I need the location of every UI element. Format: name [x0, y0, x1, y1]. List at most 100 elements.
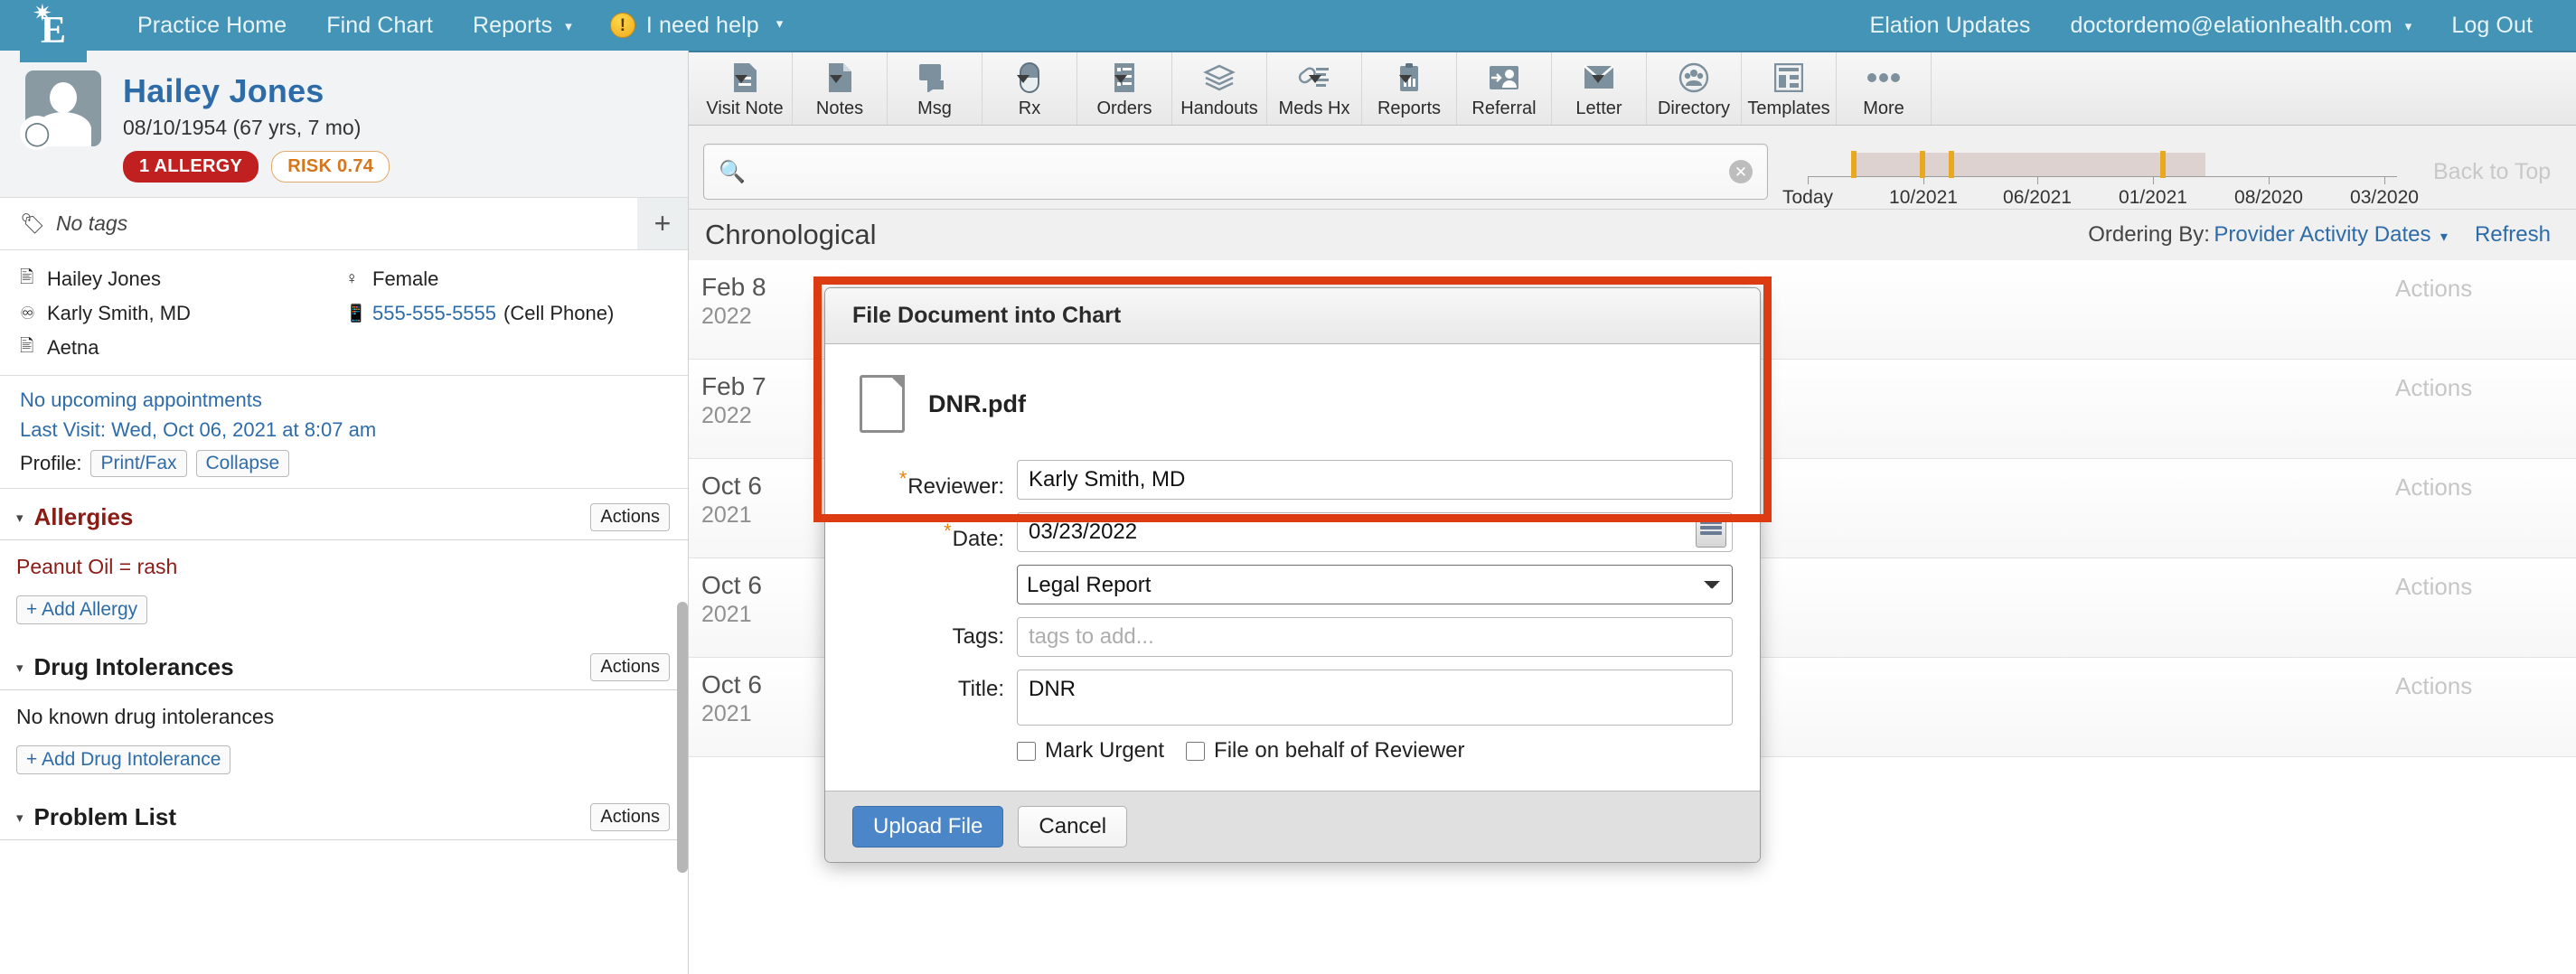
timeline-event-marker[interactable] [1851, 151, 1857, 178]
chevron-down-icon[interactable]: ▾ [16, 510, 24, 526]
modal-header: File Document into Chart [825, 288, 1760, 344]
allergy-badge[interactable]: 1 ALLERGY [123, 151, 259, 183]
nav-reports[interactable]: Reports ▾ [453, 13, 592, 39]
toolbar-templates[interactable]: Templates [1742, 52, 1837, 125]
toolbar-notes[interactable]: Notes [793, 52, 888, 125]
row-actions-link[interactable]: Actions [2395, 459, 2576, 557]
chevron-down-icon[interactable] [1399, 74, 1412, 83]
detail-legal-name: 🖹 Hailey Jones [20, 265, 345, 294]
search-input[interactable] [745, 159, 1729, 184]
chevron-down-icon[interactable] [1309, 74, 1321, 83]
chevron-down-icon[interactable] [735, 74, 747, 83]
timeline-event-marker[interactable] [1920, 151, 1925, 178]
row-actions-link[interactable]: Actions [2395, 360, 2576, 458]
reports-clipboard-icon [1396, 61, 1422, 95]
nav-practice-home[interactable]: Practice Home [118, 13, 306, 39]
row-actions-link[interactable]: Actions [2395, 558, 2576, 657]
appointments-block: No upcoming appointments Last Visit: Wed… [0, 376, 688, 489]
toolbar-templates-label: Templates [1747, 98, 1830, 118]
mark-urgent-label[interactable]: Mark Urgent [1045, 738, 1164, 763]
chevron-down-icon[interactable]: ▾ [2440, 229, 2448, 245]
patient-name[interactable]: Hailey Jones [123, 72, 390, 110]
chevron-down-icon[interactable] [830, 74, 842, 83]
toolbar-notes-label: Notes [815, 98, 864, 118]
elation-logo[interactable]: E [20, 0, 87, 62]
collapse-button[interactable]: Collapse [195, 450, 290, 477]
add-drug-intolerance-button[interactable]: + Add Drug Intolerance [16, 745, 231, 774]
toolbar-visit-note[interactable]: Visit Note [698, 52, 793, 125]
sidebar-scrollbar[interactable] [677, 602, 688, 873]
nav-account-menu[interactable]: doctordemo@elationhealth.com ▾ [2050, 13, 2431, 39]
row-actions-link[interactable]: Actions [2395, 260, 2576, 359]
timeline-label: 03/2020 [2350, 187, 2419, 208]
upcoming-appointments[interactable]: No upcoming appointments [20, 389, 668, 412]
toolbar-handouts[interactable]: Handouts [1172, 52, 1267, 125]
nav-log-out[interactable]: Log Out [2431, 13, 2552, 39]
chart-search-bar[interactable]: 🔍 ✕ [703, 144, 1768, 200]
close-icon[interactable]: ✕ [1729, 160, 1753, 183]
toolbar-rx[interactable]: Rx [982, 52, 1077, 125]
pill-icon [1017, 61, 1039, 95]
add-tag-button[interactable]: + [637, 198, 688, 249]
tags-input[interactable] [1017, 617, 1733, 657]
referral-person-icon [1489, 61, 1519, 95]
row-actions-link[interactable]: Actions [2395, 658, 2576, 756]
ordering-value[interactable]: Provider Activity Dates [2214, 222, 2430, 247]
title-textarea[interactable] [1017, 670, 1733, 726]
toolbar-orders[interactable]: Orders [1077, 52, 1172, 125]
stethoscope-icon: ♾ [20, 304, 36, 323]
document-type-select[interactable]: Legal Report [1017, 565, 1733, 604]
patient-dob: 08/10/1954 (67 yrs, 7 mo) [123, 116, 362, 139]
nav-i-need-help[interactable]: ! I need help ▾ [592, 13, 803, 39]
chevron-down-icon[interactable]: ▾ [16, 810, 24, 826]
reviewer-label: *Reviewer: [852, 460, 1017, 500]
toolbar-meds-hx[interactable]: Meds Hx [1267, 52, 1362, 125]
calendar-icon[interactable] [1696, 517, 1726, 548]
notes-icon [827, 61, 852, 95]
reviewer-input[interactable] [1017, 460, 1733, 500]
chevron-down-icon[interactable] [1017, 74, 1029, 83]
section-body-drug-intolerances: No known drug intolerances + Add Drug In… [0, 690, 688, 789]
ordering-group[interactable]: Ordering By: Provider Activity Dates ▾ [2088, 222, 2448, 248]
allergies-actions-button[interactable]: Actions [590, 503, 670, 531]
nav-elation-updates[interactable]: Elation Updates [1849, 13, 2050, 39]
timeline-event-marker[interactable] [2160, 151, 2166, 178]
file-on-behalf-label[interactable]: File on behalf of Reviewer [1214, 738, 1464, 763]
date-input[interactable] [1017, 512, 1733, 552]
back-to-top-link[interactable]: Back to Top [2433, 159, 2551, 185]
templates-layout-icon [1774, 61, 1803, 95]
drug-intolerances-actions-button[interactable]: Actions [590, 653, 670, 681]
toolbar-more[interactable]: More [1837, 52, 1932, 125]
upload-file-button[interactable]: Upload File [852, 806, 1004, 848]
file-on-behalf-checkbox[interactable] [1186, 741, 1206, 761]
profile-label: Profile: [20, 452, 82, 474]
problem-list-actions-button[interactable]: Actions [590, 803, 670, 831]
nav-reports-label: Reports [472, 12, 553, 38]
chevron-down-icon[interactable]: ▾ [16, 660, 24, 676]
toolbar-letter[interactable]: Letter [1552, 52, 1647, 125]
print-fax-button[interactable]: Print/Fax [90, 450, 187, 477]
message-icon [918, 61, 951, 95]
cancel-button[interactable]: Cancel [1018, 806, 1128, 848]
toolbar-msg[interactable]: Msg [888, 52, 982, 125]
toolbar-referral[interactable]: Referral [1457, 52, 1552, 125]
chevron-down-icon[interactable] [1114, 74, 1127, 83]
chevron-down-icon[interactable] [1592, 74, 1604, 83]
detail-phone-value[interactable]: 555-555-5555 [372, 302, 496, 325]
timeline-tick [2037, 176, 2038, 184]
toolbar-reports[interactable]: Reports [1362, 52, 1457, 125]
risk-badge[interactable]: RISK 0.74 [271, 151, 390, 183]
last-visit[interactable]: Last Visit: Wed, Oct 06, 2021 at 8:07 am [20, 418, 668, 442]
add-allergy-button[interactable]: + Add Allergy [16, 595, 148, 624]
nav-find-chart[interactable]: Find Chart [306, 13, 453, 39]
tag-icon: 🏷 [20, 211, 45, 235]
section-header-allergies: ▾ Allergies Actions [0, 489, 688, 540]
timeline-scrubber[interactable]: Today 10/2021 06/2021 01/2021 08/2020 03… [1782, 140, 2419, 208]
toolbar-directory[interactable]: Directory [1647, 52, 1742, 125]
more-dots-icon [1866, 61, 1902, 95]
timeline-event-marker[interactable] [1949, 151, 1954, 178]
mark-urgent-checkbox[interactable] [1017, 741, 1036, 761]
timeline-tick [2269, 176, 2270, 184]
refresh-link[interactable]: Refresh [2475, 222, 2551, 248]
chevron-down-icon: ▾ [2404, 18, 2412, 34]
